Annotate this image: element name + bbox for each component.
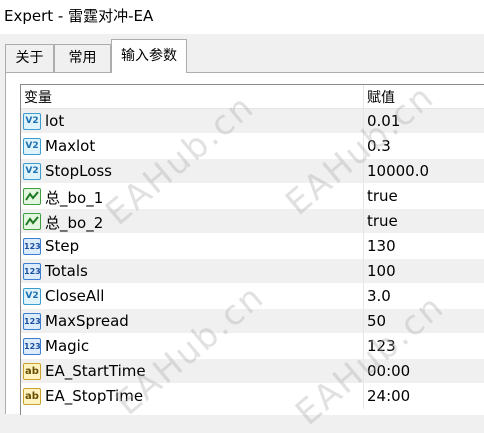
double-value-icon: V2 [23, 163, 41, 180]
column-divider[interactable] [363, 85, 364, 109]
table-row[interactable]: 123 Magic 123 [21, 334, 484, 359]
column-header-variable[interactable]: 变量 [24, 87, 52, 107]
parameter-name: Maxlot [45, 137, 96, 155]
parameter-name: Magic [45, 337, 90, 355]
table-row[interactable]: V2 CloseAll 3.0 [21, 284, 484, 309]
parameter-name: Step [45, 237, 80, 255]
cell-divider [363, 259, 364, 284]
cell-divider [363, 109, 364, 134]
parameter-name: 总_bo_2 [45, 214, 104, 232]
parameter-value[interactable]: 24:00 [367, 387, 410, 405]
integer-value-icon: 123 [23, 313, 41, 330]
cell-divider [363, 134, 364, 159]
double-value-icon: V2 [23, 113, 41, 130]
parameter-value[interactable]: true [367, 212, 398, 230]
bool-value-icon [23, 188, 41, 205]
parameter-value[interactable]: 50 [367, 312, 386, 330]
tab-input-parameters[interactable]: 输入参数 [111, 39, 187, 73]
column-header-value[interactable]: 赋值 [367, 87, 395, 107]
table-row[interactable]: 123 Totals 100 [21, 259, 484, 284]
tab-panel: 变量 赋值 V2 lot 0.01 V2 Maxlot 0.3 V2 StopLoss 1000… [5, 72, 484, 415]
cell-divider [363, 209, 364, 234]
parameter-value[interactable]: 00:00 [367, 362, 410, 380]
cell-divider [363, 359, 364, 384]
cell-divider [363, 284, 364, 309]
table-row[interactable]: 总_bo_1 true [21, 184, 484, 209]
parameter-name: 总_bo_1 [45, 189, 104, 207]
double-value-icon: V2 [23, 138, 41, 155]
table-row[interactable]: V2 lot 0.01 [21, 109, 484, 134]
parameter-value[interactable]: 0.01 [367, 112, 400, 130]
integer-value-icon: 123 [23, 263, 41, 280]
string-value-icon: ab [23, 388, 41, 405]
table-row[interactable]: 总_bo_2 true [21, 209, 484, 234]
bool-value-icon [23, 213, 41, 230]
cell-divider [363, 334, 364, 359]
table-row[interactable]: 123 MaxSpread 50 [21, 309, 484, 334]
table-row[interactable]: ab EA_StartTime 00:00 [21, 359, 484, 384]
parameter-value[interactable]: 100 [367, 262, 396, 280]
parameter-name: EA_StartTime [45, 362, 146, 380]
cell-divider [363, 184, 364, 209]
cell-divider [363, 159, 364, 184]
table-row[interactable]: V2 StopLoss 10000.0 [21, 159, 484, 184]
parameter-value[interactable]: 3.0 [367, 287, 391, 305]
parameter-name: EA_StopTime [45, 387, 144, 405]
integer-value-icon: 123 [23, 338, 41, 355]
tab-about[interactable]: 关于 [5, 44, 54, 72]
integer-value-icon: 123 [23, 238, 41, 255]
table-header: 变量 赋值 [21, 85, 484, 109]
double-value-icon: V2 [23, 288, 41, 305]
parameter-value[interactable]: true [367, 187, 398, 205]
string-value-icon: ab [23, 363, 41, 380]
parameter-value[interactable]: 123 [367, 337, 396, 355]
tab-common[interactable]: 常用 [54, 44, 111, 72]
parameter-value[interactable]: 130 [367, 237, 396, 255]
cell-divider [363, 309, 364, 334]
cell-divider [363, 234, 364, 259]
parameter-value[interactable]: 10000.0 [367, 162, 429, 180]
parameter-name: lot [45, 112, 65, 130]
table-row[interactable]: V2 Maxlot 0.3 [21, 134, 484, 159]
parameter-name: Totals [45, 262, 88, 280]
parameter-name: CloseAll [45, 287, 105, 305]
table-row[interactable]: ab EA_StopTime 24:00 [21, 384, 484, 409]
parameter-name: MaxSpread [45, 312, 129, 330]
window-title: Expert - 雷霆对冲-EA [4, 7, 154, 25]
parameter-name: StopLoss [45, 162, 113, 180]
tab-bar: 关于 常用 输入参数 [0, 34, 484, 73]
window-titlebar: Expert - 雷霆对冲-EA [0, 0, 484, 34]
parameters-table: 变量 赋值 V2 lot 0.01 V2 Maxlot 0.3 V2 StopLoss 1000… [20, 84, 484, 415]
table-row[interactable]: 123 Step 130 [21, 234, 484, 259]
parameter-value[interactable]: 0.3 [367, 137, 391, 155]
cell-divider [363, 384, 364, 409]
